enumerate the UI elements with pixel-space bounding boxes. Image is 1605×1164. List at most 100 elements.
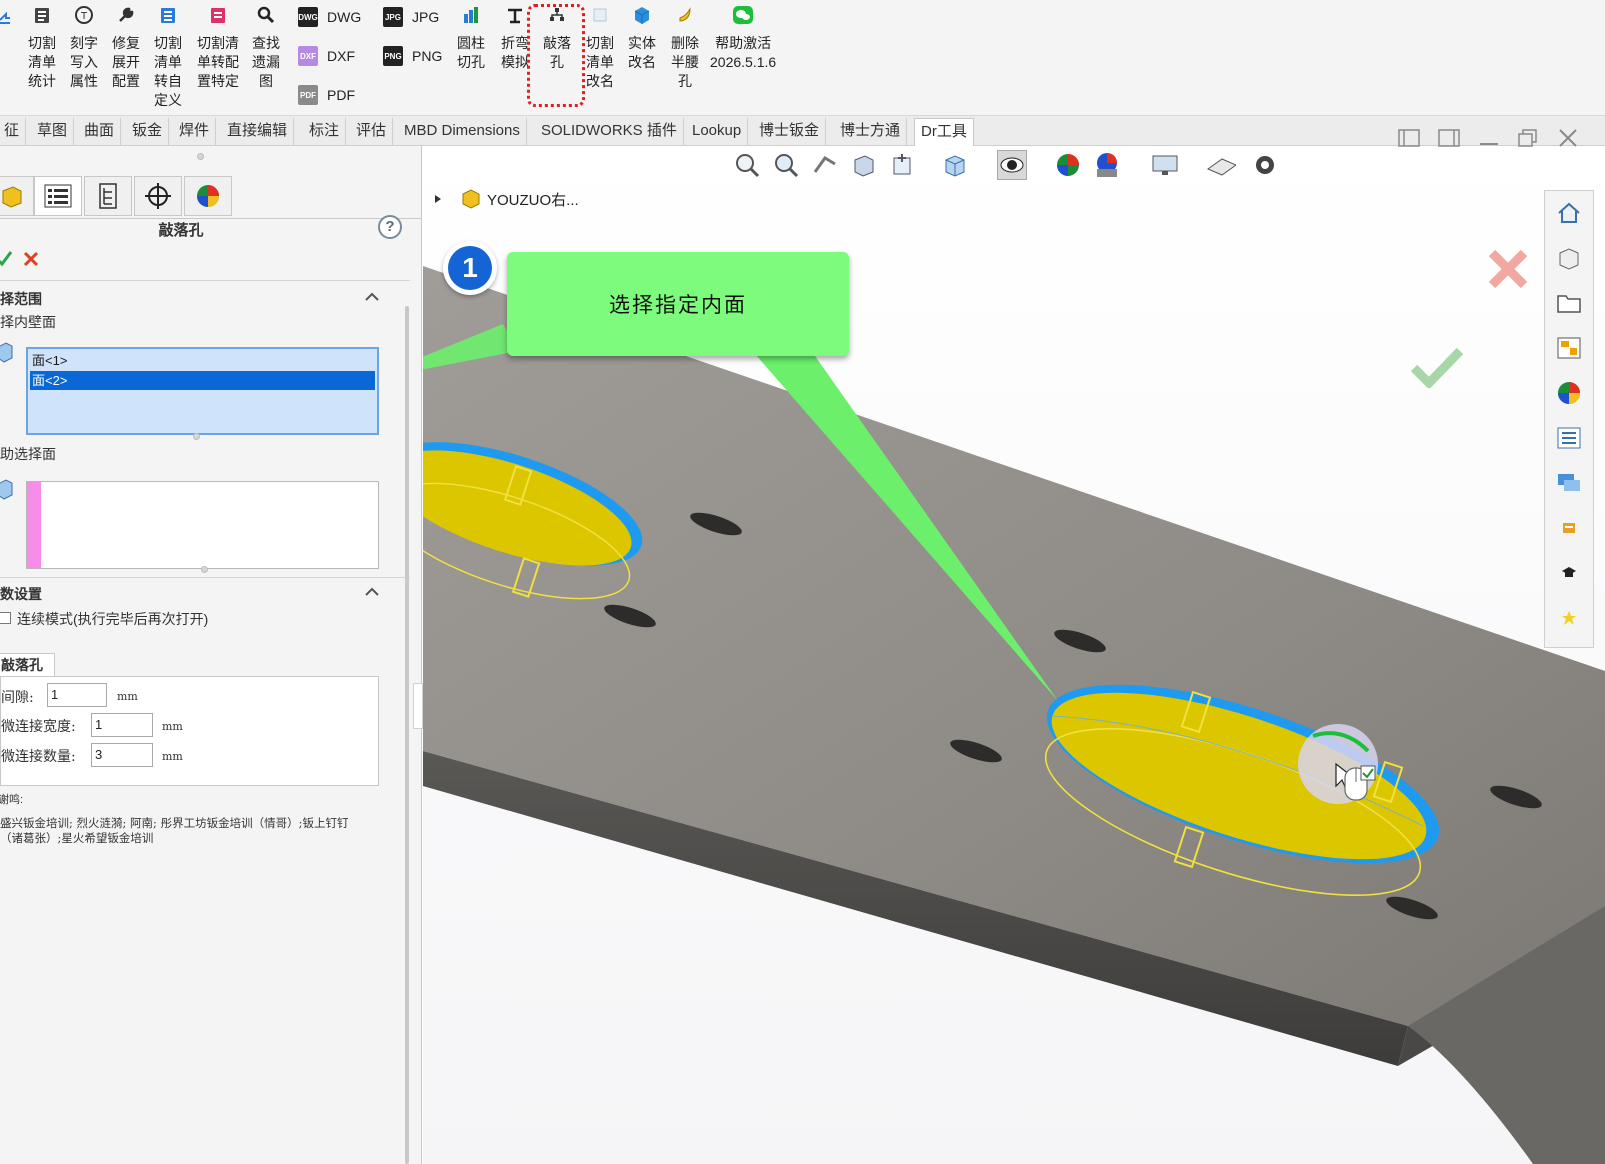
feature-tree-flyout[interactable]: YOUZUO右... — [423, 186, 579, 212]
solidworks-resources-icon[interactable] — [1545, 506, 1593, 550]
export-pdf-button[interactable]: PDF PDF — [298, 85, 355, 105]
tile-left-icon[interactable] — [1397, 127, 1421, 149]
tab-dr-tools[interactable]: Dr工具 — [914, 118, 974, 146]
section-view-icon[interactable] — [849, 150, 879, 180]
chevron-up-icon[interactable] — [365, 290, 379, 304]
tab-sheet-metal[interactable]: 钣金 — [126, 118, 170, 146]
view-orientation-icon[interactable] — [940, 150, 970, 180]
export-dwg-button[interactable]: DWG DWG — [298, 7, 361, 27]
cutlist-config-specific-button[interactable]: 切割清 单转配 置特定 — [197, 4, 239, 91]
splitter-grip[interactable] — [197, 153, 204, 160]
callout-text: 选择指定内面 — [609, 294, 747, 317]
display-style-icon[interactable] — [997, 150, 1027, 180]
hide-show-items-icon[interactable] — [1053, 150, 1083, 180]
restore-icon[interactable] — [1516, 127, 1540, 149]
cancel-x-icon[interactable] — [1487, 248, 1529, 290]
edit-appearance-icon[interactable] — [1092, 150, 1122, 180]
cancel-button[interactable] — [23, 251, 39, 267]
list-item[interactable]: 面<1> — [30, 351, 375, 370]
ok-button[interactable] — [0, 249, 13, 267]
tab-knockout-params[interactable]: 敲落孔 — [0, 653, 55, 678]
forum-icon[interactable] — [1545, 461, 1593, 505]
tab-dr-tube[interactable]: 博士方通 — [834, 118, 908, 146]
tab-solidworks-addins[interactable]: SOLIDWORKS 插件 — [535, 118, 684, 146]
tab-feature-manager[interactable] — [0, 176, 34, 216]
tab-evaluate[interactable]: 评估 — [350, 118, 394, 146]
micro-joint-width-input[interactable]: 1 — [91, 713, 153, 737]
tab-surfaces[interactable]: 曲面 — [78, 118, 122, 146]
chevron-up-icon[interactable] — [365, 585, 379, 599]
previous-view-icon[interactable] — [810, 150, 840, 180]
list-resize-grip[interactable] — [193, 433, 200, 440]
export-png-button[interactable]: PNG PNG — [383, 46, 442, 66]
callout-number: 1 — [448, 246, 492, 290]
confirm-check-icon[interactable] — [1411, 346, 1463, 388]
dwg-icon: DWG — [298, 7, 318, 27]
cutlist-to-custom-button[interactable]: 切割 清单 转自 定义 — [154, 4, 182, 110]
tab-direct-editing[interactable]: 直接编辑 — [221, 118, 295, 146]
tab-property-manager[interactable] — [34, 176, 82, 216]
tab-configuration-manager[interactable] — [84, 176, 132, 216]
apply-scene-icon[interactable] — [1150, 150, 1180, 180]
engrave-attributes-button[interactable]: T 刻字 写入 属性 — [70, 4, 98, 91]
design-library-icon[interactable] — [1545, 236, 1593, 280]
view-palette-icon[interactable] — [1545, 326, 1593, 370]
export-jpg-button[interactable]: JPG JPG — [383, 7, 439, 27]
find-missing-drawings-button[interactable]: 查找 遗漏 图 — [252, 4, 280, 91]
zoom-to-fit-icon[interactable] — [732, 150, 762, 180]
dynamic-annotation-view-icon[interactable] — [888, 150, 918, 180]
delete-half-hole-button[interactable]: 删除 半腰 孔 — [671, 4, 699, 91]
learning-icon[interactable] — [1545, 551, 1593, 595]
graphics-viewport[interactable]: YOUZUO右... 1 选择指定内面 — [423, 146, 1605, 1164]
panel-collapse-handle[interactable] — [413, 683, 423, 729]
help-button[interactable]: ? — [378, 215, 402, 239]
cylinder-icon — [460, 4, 482, 26]
home-icon[interactable] — [1545, 191, 1593, 235]
tab-lookup[interactable]: Lookup — [686, 118, 749, 146]
bend-icon — [504, 4, 526, 26]
tab-dimxpert-manager[interactable] — [134, 176, 182, 216]
format-label: PNG — [412, 48, 443, 64]
highlight-box — [527, 4, 585, 107]
gap-input[interactable]: 1 — [47, 683, 107, 707]
export-dxf-button[interactable]: DXF DXF — [298, 46, 355, 66]
tab-sketch[interactable]: 草图 — [31, 118, 75, 146]
help-activate-button[interactable]: 帮助激活 2026.5.1.6 — [710, 4, 776, 72]
close-window-icon[interactable] — [1556, 127, 1580, 149]
appearances-icon[interactable] — [1545, 371, 1593, 415]
tab-mbd-dimensions[interactable]: MBD Dimensions — [398, 118, 527, 146]
zoom-to-area-icon[interactable] — [771, 150, 801, 180]
micro-joint-count-input[interactable]: 3 — [91, 743, 153, 767]
custom-properties-icon[interactable] — [1545, 416, 1593, 460]
tab-dr-sheet-metal[interactable]: 博士钣金 — [753, 118, 827, 146]
tab-weldments[interactable]: 焊件 — [173, 118, 217, 146]
list-item[interactable]: 面<2> — [30, 371, 375, 390]
button-label: 刻字 写入 属性 — [70, 35, 98, 89]
tab-features[interactable]: 征 — [0, 118, 27, 146]
minimize-icon[interactable] — [1477, 127, 1501, 149]
aux-face-selection-list[interactable] — [26, 481, 379, 569]
wrench-icon — [115, 4, 137, 26]
tab-markup[interactable]: 标注 — [303, 118, 347, 146]
wechat-icon — [732, 4, 754, 26]
continuous-mode-checkbox[interactable] — [0, 612, 11, 624]
tab-display-manager[interactable] — [184, 176, 232, 216]
inner-face-selection-list[interactable]: 面<1> 面<2> — [26, 347, 379, 435]
cutlist-stats-button[interactable]: 切割 清单 统计 — [28, 4, 56, 91]
partial-tool-icon[interactable] — [0, 8, 10, 26]
section-header-params[interactable]: 参数设置 — [0, 584, 42, 604]
realview-icon[interactable] — [1250, 150, 1280, 180]
expand-arrow-icon[interactable] — [433, 193, 443, 205]
repair-flat-config-button[interactable]: 修复 展开 配置 — [112, 4, 140, 91]
bend-simulation-button[interactable]: 折弯 模拟 — [501, 4, 529, 72]
list-resize-grip[interactable] — [201, 566, 208, 573]
panel-scrollbar[interactable] — [405, 306, 409, 1164]
file-explorer-icon[interactable] — [1545, 281, 1593, 325]
favorites-star-icon[interactable] — [1545, 596, 1593, 640]
tile-right-icon[interactable] — [1437, 127, 1461, 149]
cylinder-cut-hole-button[interactable]: 圆柱 切孔 — [457, 4, 485, 72]
cutlist-rename-button[interactable]: 切割 清单 改名 — [586, 4, 614, 91]
view-settings-icon[interactable] — [1206, 150, 1236, 180]
section-header-selection[interactable]: 选择范围 — [0, 289, 42, 309]
body-rename-button[interactable]: 实体 改名 — [628, 4, 656, 72]
